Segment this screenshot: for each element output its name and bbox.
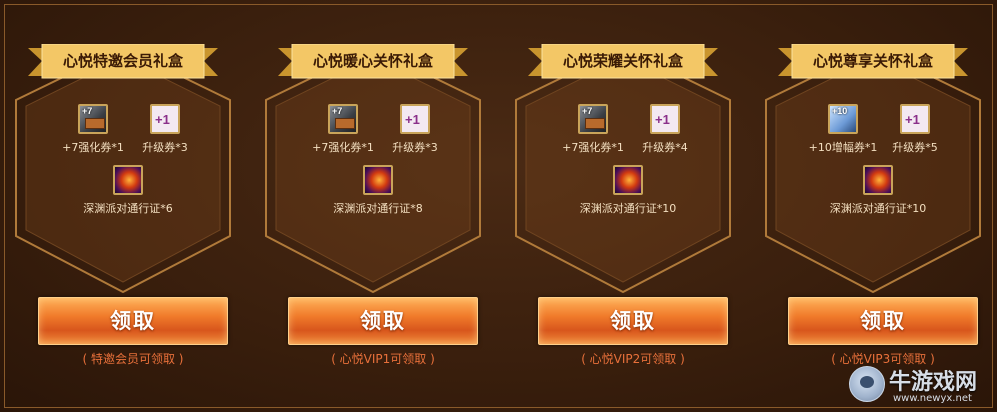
reward-item: 深渊派对通行证*10 bbox=[573, 165, 683, 216]
upgrade-tag: +1 bbox=[905, 112, 920, 127]
site-watermark: 牛游戏网 www.newyx.net bbox=[849, 360, 989, 410]
reward-item-label: 深渊派对通行证*6 bbox=[83, 202, 173, 215]
pack-title-ribbon: 心悦暖心关怀礼盒 bbox=[278, 44, 468, 82]
amplify-ticket-icon: +10 bbox=[828, 104, 858, 134]
reward-item-label: 升级券*3 bbox=[392, 141, 438, 154]
reward-item: 深渊派对通行证*10 bbox=[823, 165, 933, 216]
upgrade-ticket-icon: +1 bbox=[900, 104, 930, 134]
reward-item: +1 升级券*3 bbox=[110, 104, 220, 155]
abyss-pass-icon bbox=[363, 165, 393, 195]
reward-item: +1 升级券*4 bbox=[610, 104, 720, 155]
eligibility-note: ( 心悦VIP1可领取 ) bbox=[331, 352, 435, 366]
upgrade-tag: +1 bbox=[405, 112, 420, 127]
reward-item-label: 升级券*4 bbox=[642, 141, 688, 154]
reward-item-label: 深渊派对通行证*8 bbox=[333, 202, 423, 215]
enhance-ticket-icon: +7 bbox=[328, 104, 358, 134]
abyss-pass-icon bbox=[613, 165, 643, 195]
reward-item: 深渊派对通行证*8 bbox=[323, 165, 433, 216]
bull-logo-icon bbox=[849, 366, 885, 402]
pack-title: 心悦荣耀关怀礼盒 bbox=[562, 52, 683, 70]
enhance-ticket-icon: +7 bbox=[578, 104, 608, 134]
gift-pack-card: 心悦暖心关怀礼盒 +7 +7强化券*1 +1 升级券*3 深渊派对通行证*8 领取( 心悦V… bbox=[258, 0, 488, 412]
abyss-pass-icon bbox=[113, 165, 143, 195]
watermark-title: 牛游戏网 bbox=[889, 370, 978, 395]
abyss-pass-icon bbox=[863, 165, 893, 195]
gift-pack-card: 心悦特邀会员礼盒 +7 +7强化券*1 +1 升级券*3 深渊派对通行证*6 领取( 特邀会… bbox=[8, 0, 238, 412]
gift-pack-card: 心悦荣耀关怀礼盒 +7 +7强化券*1 +1 升级券*4 深渊派对通行证*10 领取( 心悦… bbox=[508, 0, 738, 412]
claim-button[interactable]: 领取 bbox=[538, 297, 728, 345]
upgrade-ticket-icon: +1 bbox=[650, 104, 680, 134]
pack-title: 心悦尊享关怀礼盒 bbox=[812, 52, 933, 70]
upgrade-tag: +1 bbox=[155, 112, 170, 127]
item-tag: +7 bbox=[582, 106, 593, 116]
reward-item: 深渊派对通行证*6 bbox=[73, 165, 183, 216]
upgrade-tag: +1 bbox=[655, 112, 670, 127]
reward-item: +1 升级券*5 bbox=[860, 104, 970, 155]
reward-item-label: 深渊派对通行证*10 bbox=[829, 202, 927, 215]
claim-button[interactable]: 领取 bbox=[788, 297, 978, 345]
pack-title-ribbon: 心悦特邀会员礼盒 bbox=[28, 44, 218, 82]
item-tag: +7 bbox=[82, 106, 93, 116]
claim-button[interactable]: 领取 bbox=[288, 297, 478, 345]
item-tag: +10 bbox=[832, 106, 848, 116]
pack-title-ribbon: 心悦荣耀关怀礼盒 bbox=[528, 44, 718, 82]
item-tag: +7 bbox=[332, 106, 343, 116]
upgrade-ticket-icon: +1 bbox=[400, 104, 430, 134]
enhance-ticket-icon: +7 bbox=[78, 104, 108, 134]
eligibility-note: ( 特邀会员可领取 ) bbox=[82, 352, 184, 366]
eligibility-note: ( 心悦VIP2可领取 ) bbox=[581, 352, 685, 366]
reward-item-label: 深渊派对通行证*10 bbox=[579, 202, 677, 215]
claim-button[interactable]: 领取 bbox=[38, 297, 228, 345]
pack-title: 心悦特邀会员礼盒 bbox=[62, 52, 183, 70]
reward-item-label: 升级券*5 bbox=[892, 141, 938, 154]
gift-pack-card: 心悦尊享关怀礼盒 +10 +10增幅券*1 +1 升级券*5 深渊派对通行证*10 领取( … bbox=[758, 0, 988, 412]
upgrade-ticket-icon: +1 bbox=[150, 104, 180, 134]
pack-title: 心悦暖心关怀礼盒 bbox=[312, 52, 433, 70]
pack-title-ribbon: 心悦尊享关怀礼盒 bbox=[778, 44, 968, 82]
watermark-url: www.newyx.net bbox=[893, 393, 972, 404]
reward-item: +1 升级券*3 bbox=[360, 104, 470, 155]
reward-item-label: 升级券*3 bbox=[142, 141, 188, 154]
